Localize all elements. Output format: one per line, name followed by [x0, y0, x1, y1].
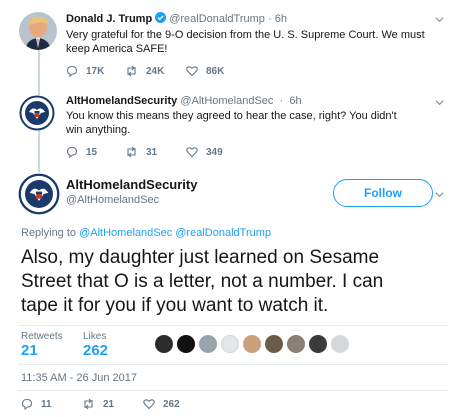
verified-badge-icon [155, 12, 167, 26]
liker-avatar[interactable] [243, 335, 261, 353]
reply-icon [66, 65, 78, 77]
main-tweet-reply-count: 11 [41, 398, 52, 410]
liker-avatar[interactable] [331, 335, 349, 353]
tweet-2-reply-count: 15 [86, 146, 98, 158]
tweet-1-retweet-count: 24K [146, 65, 165, 77]
main-tweet-timestamp[interactable]: 11:35 AM - 26 Jun 2017 [21, 372, 137, 384]
tweet-2-time[interactable]: 6h [289, 95, 301, 107]
tweet-1-time[interactable]: 6h [275, 13, 287, 25]
divider [18, 390, 448, 391]
retweet-icon [127, 65, 136, 77]
tweet-2-retweet-button[interactable]: 31 [125, 146, 157, 158]
main-tweet-retweet-count: 21 [103, 398, 115, 410]
tweet-1-text: Very grateful for the 9-O decision from … [66, 29, 425, 55]
tweet-1-reply-count: 17K [86, 65, 105, 77]
liker-avatar[interactable] [177, 335, 195, 353]
main-tweet-handle[interactable]: @AltHomelandSec [66, 194, 159, 206]
main-tweet-chevron-down-icon[interactable] [435, 190, 444, 199]
tweet-2-like-button[interactable]: 349 [186, 146, 223, 158]
tweet-2-retweet-count: 31 [146, 146, 158, 158]
tweet-2-text: You know this means they agreed to hear … [66, 110, 397, 136]
liker-avatar[interactable] [287, 335, 305, 353]
replying-to: Replying to @AltHomelandSec @realDonaldT… [21, 227, 271, 239]
liker-avatar[interactable] [155, 335, 173, 353]
reply-icon [66, 146, 78, 158]
heart-icon [186, 147, 198, 158]
tweet-2-reply-button[interactable]: 15 [66, 146, 97, 158]
tweet-1-chevron-down-icon[interactable] [435, 15, 444, 24]
retweet-icon [127, 146, 136, 158]
reply-icon [21, 398, 33, 410]
replying-to-users[interactable]: @AltHomelandSec @realDonaldTrump [79, 227, 271, 239]
thread-line-1 [38, 50, 40, 95]
tweet-2-header: AltHomelandSecurity @AltHomelandSec · 6h [66, 95, 302, 107]
liker-avatar[interactable] [265, 335, 283, 353]
tweet-1-handle[interactable]: @realDonaldTrump [169, 13, 265, 25]
avatar-althomelandsec[interactable] [18, 173, 60, 215]
tweet-1-like-count: 86K [206, 65, 225, 77]
tweet-1-header: Donald J. Trump @realDonaldTrump · 6h [66, 12, 287, 26]
main-tweet-like-count: 262 [163, 398, 180, 410]
retweet-icon [84, 398, 93, 410]
divider [18, 325, 448, 326]
liker-avatar[interactable] [309, 335, 327, 353]
tweet-1-reply-button[interactable]: 17K [66, 65, 104, 77]
tweet-1-display-name[interactable]: Donald J. Trump [66, 13, 152, 25]
main-tweet-text: Also, my daughter just learned on Sesame… [21, 247, 384, 316]
liker-avatar[interactable] [199, 335, 217, 353]
replying-to-label: Replying to [21, 227, 77, 239]
main-tweet-display-name[interactable]: AltHomelandSecurity [66, 177, 197, 192]
retweets-stat[interactable]: Retweets 21 [21, 331, 63, 359]
likes-label: Likes [83, 331, 107, 342]
retweets-label: Retweets [21, 331, 63, 342]
likes-stat[interactable]: Likes 262 [83, 331, 108, 359]
separator-dot: · [264, 13, 275, 25]
avatar-trump[interactable] [19, 12, 57, 50]
divider [18, 364, 448, 365]
retweets-count: 21 [21, 342, 38, 359]
tweet-2-like-count: 349 [206, 146, 223, 158]
liker-avatar[interactable] [221, 335, 239, 353]
main-tweet-retweet-button[interactable]: 21 [82, 398, 114, 410]
tweet-2-display-name[interactable]: AltHomelandSecurity [66, 95, 177, 107]
avatar-althomelandsec-small[interactable] [19, 95, 55, 131]
tweet-2-chevron-down-icon[interactable] [435, 98, 444, 107]
likes-count: 262 [83, 342, 109, 359]
heart-icon [143, 399, 155, 410]
tweet-1-like-button[interactable]: 86K [186, 65, 224, 77]
heart-icon [186, 66, 198, 77]
main-tweet-reply-button[interactable]: 11 [21, 398, 52, 410]
thread-line-2 [38, 130, 40, 172]
follow-button[interactable]: Follow [333, 179, 433, 207]
tweet-2-handle[interactable]: @AltHomelandSec [180, 95, 273, 107]
tweet-1-retweet-button[interactable]: 24K [125, 65, 164, 77]
main-tweet-like-button[interactable]: 262 [143, 398, 180, 410]
separator-dot: · [276, 95, 287, 107]
